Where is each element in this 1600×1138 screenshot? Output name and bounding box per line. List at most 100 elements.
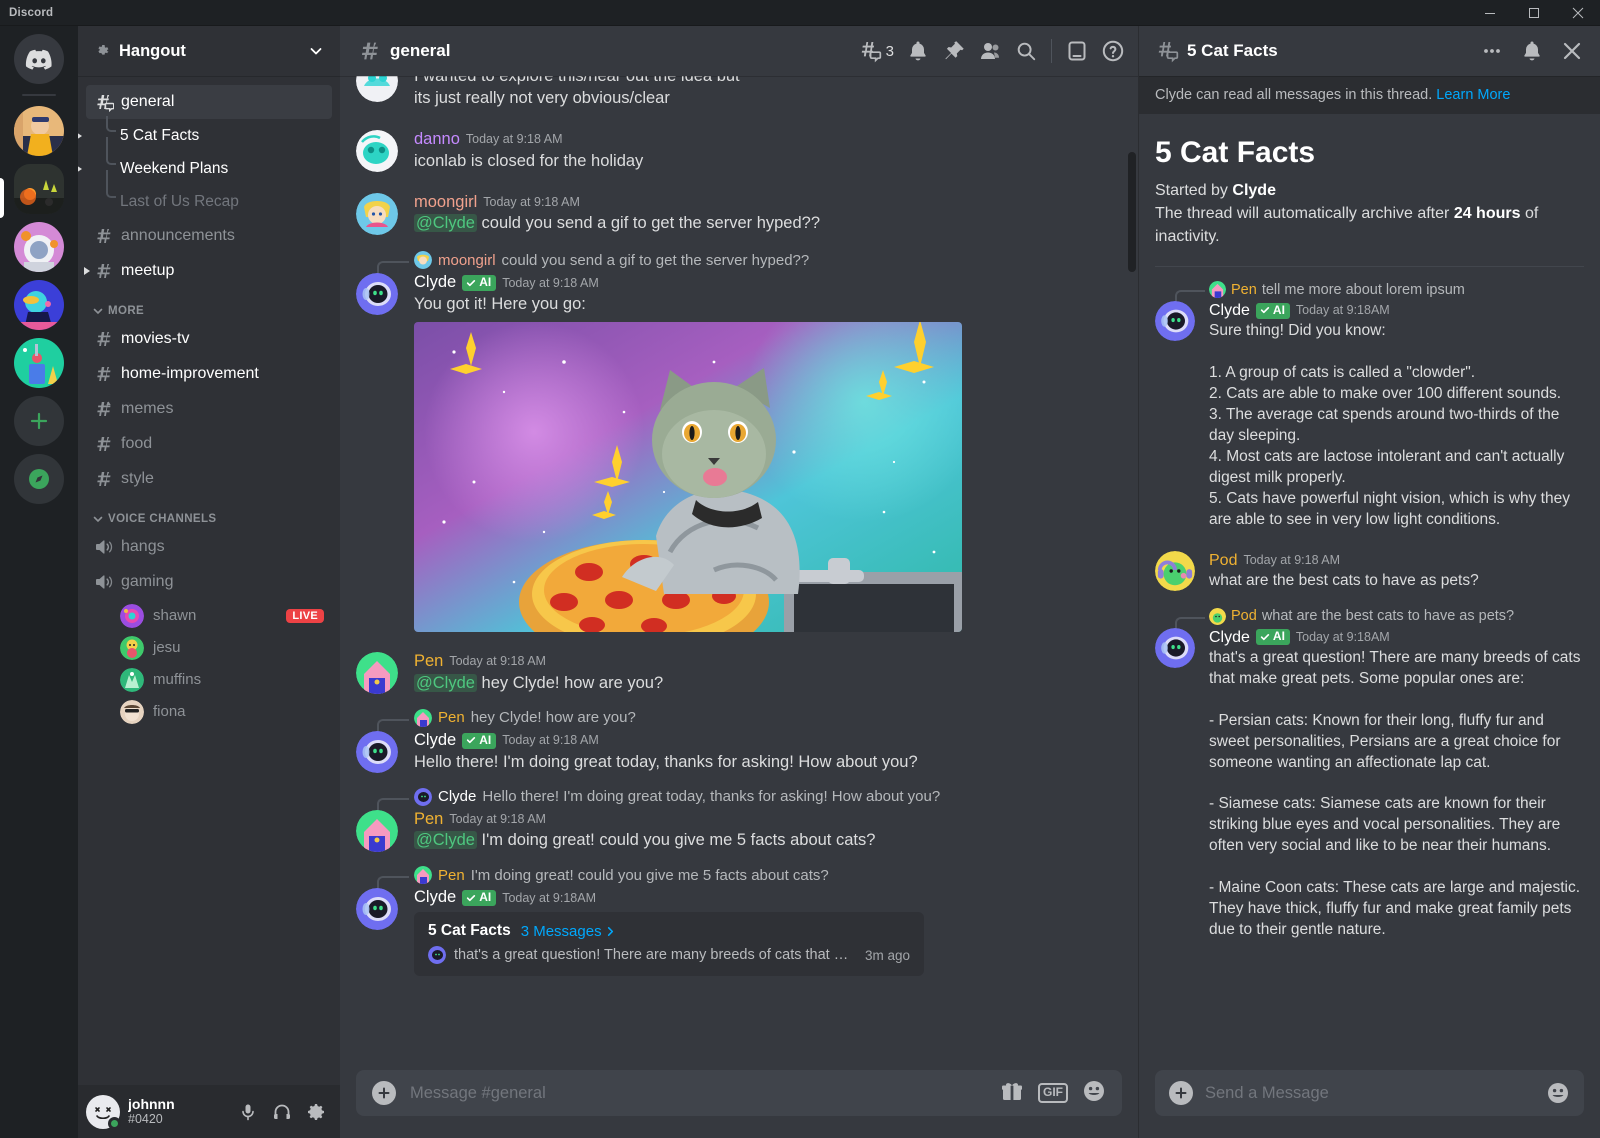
minimize-icon[interactable] bbox=[1468, 0, 1512, 26]
server-icon-5[interactable] bbox=[14, 338, 64, 388]
reply-context[interactable]: moongirl could you send a gif to get the… bbox=[356, 251, 1122, 276]
server-icon-4[interactable] bbox=[14, 280, 64, 330]
avatar[interactable] bbox=[356, 888, 398, 931]
thread-message-input[interactable] bbox=[1205, 1083, 1534, 1103]
channel-expand-arrow-icon[interactable] bbox=[84, 267, 90, 275]
gift-icon[interactable] bbox=[1000, 1079, 1024, 1108]
emoji-icon[interactable] bbox=[1082, 1079, 1106, 1108]
message-author[interactable]: Pen bbox=[414, 652, 443, 672]
maximize-icon[interactable] bbox=[1512, 0, 1556, 26]
gear-icon[interactable] bbox=[300, 1096, 332, 1128]
user-meta[interactable]: johnnn #0420 bbox=[128, 1096, 224, 1126]
message-author[interactable]: Clyde bbox=[1209, 301, 1250, 320]
bell-icon[interactable] bbox=[901, 34, 935, 68]
thread-preview-card[interactable]: 5 Cat Facts 3 Messages that's a great qu… bbox=[414, 912, 924, 977]
thread-expand-arrow-icon[interactable] bbox=[78, 165, 82, 173]
avatar[interactable] bbox=[356, 76, 398, 102]
members-icon[interactable] bbox=[973, 34, 1007, 68]
inbox-icon[interactable] bbox=[1060, 34, 1094, 68]
sidebar-channel-announcements[interactable]: announcements bbox=[86, 219, 332, 253]
message-author[interactable]: Clyde bbox=[414, 731, 456, 751]
bell-icon[interactable] bbox=[1516, 35, 1548, 67]
home-button[interactable] bbox=[14, 34, 64, 84]
thread-expand-arrow-icon[interactable] bbox=[78, 132, 82, 140]
reply-context[interactable]: Pen tell me more about lorem ipsum bbox=[1155, 281, 1584, 305]
reply-author[interactable]: Pod bbox=[1231, 608, 1257, 624]
voice-member-fiona[interactable]: fiona bbox=[86, 696, 332, 727]
close-icon[interactable] bbox=[1556, 35, 1588, 67]
voice-member-muffins[interactable]: muffins bbox=[86, 664, 332, 695]
started-by-user[interactable]: Clyde bbox=[1232, 182, 1276, 199]
thread-composer-inner[interactable] bbox=[1155, 1070, 1584, 1116]
thread-card-messages-link[interactable]: 3 Messages bbox=[521, 923, 616, 940]
voice-member-jesu[interactable]: jesu bbox=[86, 632, 332, 663]
explore-servers-button[interactable] bbox=[14, 454, 64, 504]
category-more[interactable]: MORE bbox=[78, 289, 340, 321]
avatar[interactable] bbox=[1155, 627, 1195, 668]
sidebar-channel-movies-tv[interactable]: movies-tv bbox=[86, 322, 332, 356]
plus-icon[interactable] bbox=[372, 1081, 396, 1105]
plus-icon[interactable] bbox=[1169, 1081, 1193, 1105]
space-cat-pizza-gif[interactable] bbox=[414, 322, 962, 633]
reply-author[interactable]: Pen bbox=[438, 709, 465, 726]
avatar[interactable] bbox=[86, 1094, 121, 1130]
reply-author[interactable]: Pen bbox=[1231, 282, 1257, 298]
search-icon[interactable] bbox=[1009, 34, 1043, 68]
microphone-icon[interactable] bbox=[232, 1096, 264, 1128]
message-author[interactable]: Clyde bbox=[1209, 628, 1250, 647]
reply-context[interactable]: Pen I'm doing great! could you give me 5… bbox=[356, 866, 1122, 891]
more-options-icon[interactable] bbox=[1476, 35, 1508, 67]
composer-inner[interactable]: GIF bbox=[356, 1070, 1122, 1116]
add-server-button[interactable] bbox=[14, 396, 64, 446]
sidebar-channel-food[interactable]: food bbox=[86, 427, 332, 461]
sidebar-voice-hangs[interactable]: hangs bbox=[86, 530, 332, 564]
close-icon[interactable] bbox=[1556, 0, 1600, 26]
sidebar-channel-home-improvement[interactable]: home-improvement bbox=[86, 357, 332, 391]
sidebar-channel-general[interactable]: general bbox=[86, 85, 332, 119]
message-author[interactable]: moongirl bbox=[414, 193, 477, 213]
help-icon[interactable] bbox=[1096, 34, 1130, 68]
sidebar-voice-gaming[interactable]: gaming bbox=[86, 565, 332, 599]
gif-button[interactable]: GIF bbox=[1038, 1083, 1068, 1103]
sidebar-thread-last-of-us-recap[interactable]: Last of Us Recap bbox=[86, 170, 332, 218]
reply-author[interactable]: moongirl bbox=[438, 252, 496, 269]
avatar[interactable] bbox=[356, 129, 398, 172]
chevron-down-icon[interactable] bbox=[308, 43, 324, 59]
server-icon-2[interactable] bbox=[14, 164, 64, 214]
sidebar-channel-memes[interactable]: memes bbox=[86, 392, 332, 426]
avatar[interactable] bbox=[356, 730, 398, 773]
message-author[interactable]: danno bbox=[414, 130, 460, 150]
message-list[interactable]: I wanted to explore this/hear out the id… bbox=[340, 76, 1138, 1070]
thread-message-list[interactable]: 5 Cat Facts Started by Clyde The thread … bbox=[1139, 114, 1600, 1070]
server-icon-1[interactable] bbox=[14, 106, 64, 156]
mention-clyde[interactable]: @Clyde bbox=[414, 831, 477, 850]
sidebar-thread-5-cat-facts[interactable]: 5 Cat Facts bbox=[78, 116, 332, 152]
reply-author[interactable]: Clyde bbox=[438, 788, 476, 805]
avatar[interactable] bbox=[356, 652, 398, 695]
mention-clyde[interactable]: @Clyde bbox=[414, 673, 477, 692]
avatar[interactable] bbox=[1155, 301, 1195, 342]
message-input[interactable] bbox=[410, 1083, 986, 1103]
reply-context[interactable]: Clyde Hello there! I'm doing great today… bbox=[356, 787, 1122, 812]
sidebar-channel-style[interactable]: style bbox=[86, 462, 332, 496]
emoji-icon[interactable] bbox=[1546, 1081, 1570, 1105]
message-author[interactable]: Pen bbox=[414, 810, 443, 830]
message-author[interactable]: Pod bbox=[1209, 551, 1237, 570]
mention-clyde[interactable]: @Clyde bbox=[414, 214, 477, 233]
pin-icon[interactable] bbox=[937, 34, 971, 68]
learn-more-link[interactable]: Learn More bbox=[1436, 87, 1510, 103]
voice-member-shawn[interactable]: shawn LIVE bbox=[86, 600, 332, 631]
chat-scrollbar[interactable] bbox=[1128, 152, 1136, 272]
sidebar-thread-weekend-plans[interactable]: Weekend Plans bbox=[78, 137, 332, 185]
threads-icon[interactable]: 3 bbox=[853, 34, 899, 68]
category-voice-channels[interactable]: VOICE CHANNELS bbox=[78, 497, 340, 529]
reply-context[interactable]: Pod what are the best cats to have as pe… bbox=[1155, 607, 1584, 631]
avatar[interactable] bbox=[356, 192, 398, 235]
server-icon-3[interactable] bbox=[14, 222, 64, 272]
sidebar-channel-meetup[interactable]: meetup bbox=[84, 254, 332, 288]
reply-author[interactable]: Pen bbox=[438, 867, 465, 884]
guild-header[interactable]: Hangout bbox=[78, 26, 340, 76]
headset-icon[interactable] bbox=[266, 1096, 298, 1128]
avatar[interactable] bbox=[356, 809, 398, 852]
message-author[interactable]: Clyde bbox=[414, 273, 456, 293]
